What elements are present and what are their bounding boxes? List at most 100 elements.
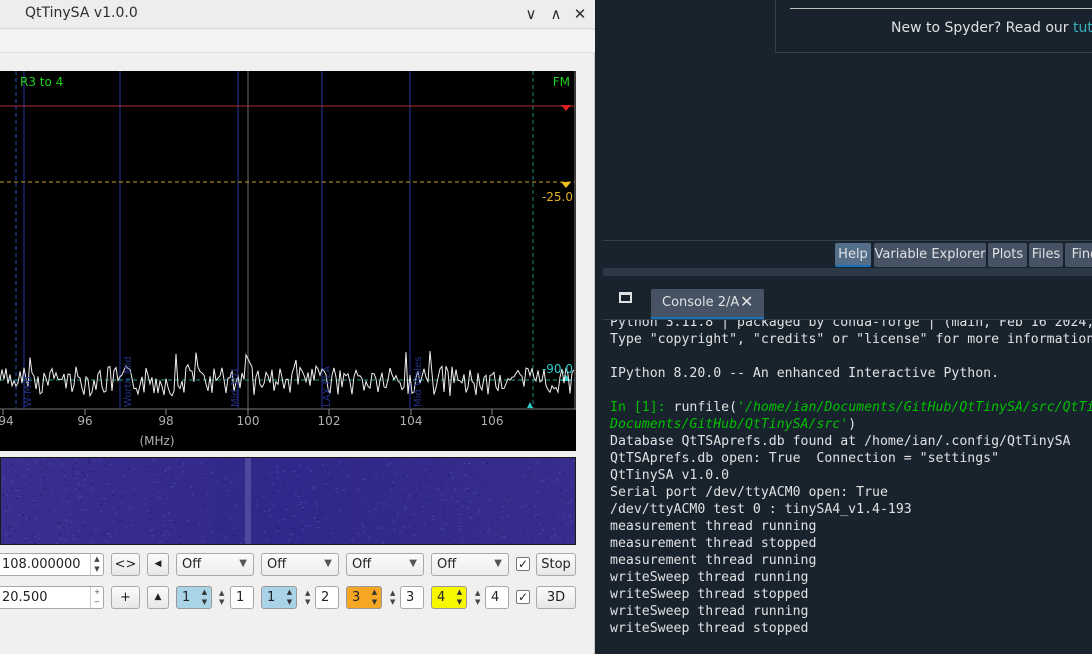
console-line: Database QtTSAprefs.db found at /home/ia… — [610, 434, 1071, 449]
marker-1-reference[interactable]: 1 — [230, 586, 254, 609]
span-spinbox[interactable]: 20.500 + − — [0, 586, 104, 609]
marker-2-reference[interactable]: 2 — [315, 586, 339, 609]
console-options-icon[interactable] — [619, 292, 632, 303]
prompt-argument: Documents/GitHub/QtTinySA/src' — [610, 417, 849, 432]
spin-arrows-icon[interactable]: ▲ ▼ — [453, 587, 466, 608]
tab-help[interactable]: Help — [835, 243, 871, 267]
trace-1-value: Off — [182, 557, 202, 572]
trace-3-value: Off — [352, 557, 372, 572]
window-title: QtTinySA v1.0.0 — [25, 5, 138, 21]
console-line: measurement thread stopped — [610, 536, 817, 551]
swap-button[interactable]: <> — [111, 553, 140, 576]
trace-2-value: Off — [267, 557, 287, 572]
marker-3-spinbox[interactable]: 3 ▲ ▼ — [346, 586, 382, 609]
3d-button[interactable]: 3D — [536, 586, 576, 609]
trace-4-combo[interactable]: Off ▼ — [431, 553, 509, 576]
x-tick-label: 94 — [0, 414, 14, 428]
tab-variable-explorer[interactable]: Variable Explorer — [874, 243, 986, 267]
qttinysa-window: QtTinySA v1.0.0 ∨ ∧ ✕ W-Mid Worth Mid Mi… — [0, 0, 595, 654]
help-welcome-text: New to Spyder? Read our tutorial — [891, 20, 1092, 36]
trace-3-combo[interactable]: Off ▼ — [346, 553, 424, 576]
tab-files[interactable]: Files — [1029, 243, 1063, 267]
marker-1-spinbox[interactable]: 1 ▲ ▼ — [176, 586, 212, 609]
tab-console[interactable]: Console 2/A ✕ — [651, 289, 764, 319]
console-line: measurement thread running — [610, 519, 817, 534]
chevron-down-icon: ▼ — [239, 558, 247, 569]
up-arrow-button[interactable]: ▲ — [147, 586, 169, 609]
station-label: LAX FLA — [322, 366, 333, 407]
marker-2-reference-value: 2 — [321, 590, 330, 605]
spin-arrows-icon[interactable]: ▲ ▼ — [475, 589, 480, 607]
spin-arrows-icon[interactable]: ▲ ▼ — [219, 589, 224, 607]
waterfall-canvas — [1, 458, 575, 544]
prompt-command: runfile( — [673, 400, 738, 415]
trace-1-combo[interactable]: Off ▼ — [176, 553, 254, 576]
marker-3-reference[interactable]: 3 — [400, 586, 424, 609]
spin-arrows-icon[interactable]: ▲ ▼ — [283, 587, 296, 608]
marker-4-spinbox[interactable]: 4 ▲ ▼ — [431, 586, 467, 609]
tab-plots[interactable]: Plots — [988, 243, 1027, 267]
marker-4-reference[interactable]: 4 — [485, 586, 509, 609]
console-line: writeSweep thread stopped — [610, 587, 809, 602]
chevron-down-icon: ▼ — [409, 558, 417, 569]
spin-arrows-icon[interactable]: + − — [90, 587, 103, 608]
x-tick-label: 98 — [158, 414, 173, 428]
trace-checkbox[interactable]: ✓ — [516, 557, 530, 571]
left-arrow-button[interactable]: ◀ — [147, 553, 169, 576]
menu-bar — [0, 30, 595, 53]
spin-arrows-icon[interactable]: ▲ ▼ — [198, 587, 211, 608]
spin-arrows-icon[interactable]: ▲ ▼ — [368, 587, 381, 608]
stop-button[interactable]: Stop — [536, 553, 576, 576]
console-tab-label: Console 2/A — [662, 295, 740, 310]
marker-4-reference-value: 4 — [491, 590, 500, 605]
console-output[interactable]: Python 3.11.8 | packaged by conda-forge … — [603, 319, 1092, 654]
marker-3-reference-value: 3 — [406, 590, 415, 605]
x-tick-label: 104 — [400, 414, 423, 428]
waterfall-display[interactable] — [0, 457, 576, 545]
close-icon[interactable]: ✕ — [740, 292, 753, 311]
band-label-left: R3 to 4 — [20, 75, 63, 89]
console-line: measurement thread running — [610, 553, 817, 568]
close-button[interactable]: ✕ — [569, 3, 591, 25]
x-axis-unit: (MHz) — [139, 434, 174, 448]
stop-frequency-spinbox[interactable]: 108.000000 ▲ ▼ — [0, 553, 104, 576]
console-line: /dev/ttyACM0 test 0 : tinySA4_v1.4-193 — [610, 502, 912, 517]
marker-2-spinbox[interactable]: 1 ▲ ▼ — [261, 586, 297, 609]
console-line: QtTinySA v1.0.0 — [610, 468, 730, 483]
maximize-button[interactable]: ∧ — [545, 3, 567, 25]
chevron-down-icon: ▼ — [324, 558, 332, 569]
spectrum-canvas: W-Mid Worth Mid Mid 101 LAX FLA Mid Wale… — [0, 71, 576, 451]
marker-4-value: 4 — [437, 590, 446, 605]
band-label-right: FM — [553, 75, 570, 89]
station-label: W-Mid — [23, 376, 34, 407]
stop-frequency-value: 108.000000 — [2, 557, 81, 572]
spin-arrows-icon[interactable]: ▲ ▼ — [90, 554, 103, 575]
console-prompt-line: In [1]: runfile('/home/ian/Documents/Git… — [610, 400, 1092, 415]
console-line: IPython 8.20.0 -- An enhanced Interactiv… — [610, 366, 1000, 381]
marker-3-value: 3 — [352, 590, 361, 605]
span-value: 20.500 — [2, 590, 48, 605]
pane-splitter[interactable] — [603, 268, 1092, 276]
3d-checkbox[interactable]: ✓ — [516, 590, 530, 604]
x-tick-label: 106 — [481, 414, 504, 428]
marker-2-value: 1 — [267, 590, 276, 605]
tutorial-link[interactable]: tutorial — [1073, 20, 1092, 36]
console-line: Type "copyright", "credits" or "license"… — [610, 332, 1092, 347]
x-tick-label: 100 — [237, 414, 260, 428]
console-line: writeSweep thread stopped — [610, 621, 809, 636]
ref-level-cyan: -90.0 — [542, 362, 573, 376]
minimize-button[interactable]: ∨ — [520, 3, 542, 25]
window-titlebar[interactable]: QtTinySA v1.0.0 ∨ ∧ ✕ — [0, 0, 595, 29]
tab-find[interactable]: Find — [1065, 243, 1092, 267]
spectrum-plot[interactable]: W-Mid Worth Mid Mid 101 LAX FLA Mid Wale… — [0, 71, 576, 451]
trace-2-combo[interactable]: Off ▼ — [261, 553, 339, 576]
console-line: writeSweep thread running — [610, 570, 809, 585]
station-label: Mid 101 — [230, 367, 241, 407]
console-line: writeSweep thread running — [610, 604, 809, 619]
window-divider[interactable] — [595, 0, 603, 654]
spin-arrows-icon[interactable]: ▲ ▼ — [390, 589, 395, 607]
marker-1-value: 1 — [182, 590, 191, 605]
help-text-label: New to Spyder? Read our — [891, 20, 1073, 36]
spin-arrows-icon[interactable]: ▲ ▼ — [305, 589, 310, 607]
plus-button[interactable]: + — [111, 586, 140, 609]
